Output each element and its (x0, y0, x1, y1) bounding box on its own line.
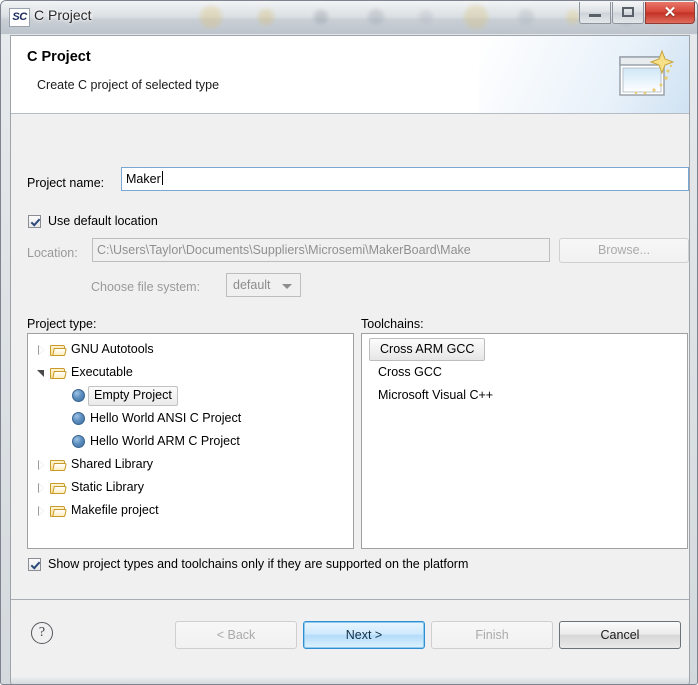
back-button[interactable]: < Back (175, 621, 297, 649)
dialog-bottom-edge (10, 677, 690, 684)
tree-item[interactable]: Hello World ANSI C Project (28, 407, 353, 430)
chevron-down-icon (282, 284, 292, 289)
window-controls: ✕ (578, 2, 695, 25)
toolchain-item-label: Cross GCC (378, 365, 442, 379)
maximize-button[interactable] (612, 2, 644, 24)
text-caret (161, 171, 163, 185)
file-system-label: Choose file system: (91, 280, 201, 294)
tree-item-label: GNU Autotools (71, 342, 154, 356)
bullet-icon (72, 412, 85, 425)
cancel-button[interactable]: Cancel (559, 621, 681, 649)
titlebar[interactable]: SC C Project ✕ (1, 1, 697, 35)
location-label: Location: (27, 246, 78, 260)
minimize-button[interactable] (579, 2, 611, 24)
bullet-icon (72, 389, 85, 402)
tree-item-label: Shared Library (71, 457, 153, 471)
minimize-icon (589, 14, 601, 18)
checkbox-checked-icon (28, 557, 41, 571)
page-subtitle: Create C project of selected type (37, 78, 220, 92)
dialog-window: SC C Project ✕ C Project Create C projec… (0, 0, 698, 685)
tree-item[interactable]: Makefile project (28, 499, 353, 522)
collapse-arrow-icon[interactable] (34, 361, 50, 384)
project-name-label: Project name: (27, 176, 105, 190)
next-button[interactable]: Next > (303, 621, 425, 649)
project-type-tree[interactable]: GNU Autotools Executable Empty Project Hell… (27, 333, 354, 549)
page-title: C Project (27, 49, 91, 65)
expand-arrow-icon[interactable] (34, 338, 50, 361)
project-name-input[interactable]: Maker (121, 167, 689, 191)
list-item[interactable]: Cross GCC (362, 361, 687, 384)
new-project-wizard-icon (619, 49, 675, 96)
window-title: C Project (34, 7, 92, 23)
use-default-location-checkbox[interactable]: Use default location (28, 214, 158, 228)
wizard-header: C Project Create C project of selected t… (11, 36, 689, 114)
show-supported-checkbox[interactable]: Show project types and toolchains only i… (28, 557, 468, 571)
tree-item-label: Makefile project (71, 503, 159, 517)
show-supported-label: Show project types and toolchains only i… (48, 557, 469, 571)
finish-button[interactable]: Finish (431, 621, 553, 649)
tree-item[interactable]: Empty Project (28, 384, 353, 407)
dialog-client: C Project Create C project of selected t… (10, 35, 690, 677)
project-type-label: Project type: (27, 317, 97, 331)
tree-item[interactable]: GNU Autotools (28, 338, 353, 361)
folder-icon (50, 481, 67, 495)
expand-arrow-icon[interactable] (34, 453, 50, 476)
toolchain-item-label: Microsoft Visual C++ (378, 388, 494, 402)
folder-icon (50, 504, 67, 518)
bullet-icon (72, 435, 85, 448)
tree-item-label: Hello World ARM C Project (90, 434, 240, 448)
app-logo-icon: SC (9, 8, 30, 27)
project-name-value: Maker (126, 172, 161, 186)
help-icon[interactable]: ? (31, 622, 53, 644)
list-item[interactable]: Microsoft Visual C++ (362, 384, 687, 407)
tree-item-label: Hello World ANSI C Project (90, 411, 242, 425)
tree-item[interactable]: Shared Library (28, 453, 353, 476)
use-default-location-label: Use default location (48, 214, 158, 228)
file-system-value: default (233, 278, 271, 292)
location-input[interactable]: C:\Users\Taylor\Documents\Suppliers\Micr… (92, 238, 550, 262)
checkbox-checked-icon (28, 214, 41, 228)
list-item[interactable]: Cross ARM GCC (362, 338, 687, 361)
close-button[interactable]: ✕ (645, 2, 695, 24)
tree-item[interactable]: Executable (28, 361, 353, 384)
tree-item-label: Executable (71, 365, 133, 379)
dialog-footer: ? < Back Next > Finish Cancel (11, 599, 689, 677)
wizard-body: Project name: Maker Use default location… (11, 114, 689, 599)
tree-item[interactable]: Hello World ARM C Project (28, 430, 353, 453)
expand-arrow-icon[interactable] (34, 476, 50, 499)
folder-icon (50, 458, 67, 472)
toolchain-item-label: Cross ARM GCC (369, 338, 486, 361)
browse-button[interactable]: Browse... (559, 238, 689, 263)
toolchains-label: Toolchains: (361, 317, 424, 331)
tree-item-label: Empty Project (88, 385, 178, 406)
maximize-icon (622, 7, 634, 17)
file-system-select[interactable]: default (226, 273, 301, 297)
close-icon: ✕ (663, 4, 677, 21)
tree-item[interactable]: Static Library (28, 476, 353, 499)
toolchains-list[interactable]: Cross ARM GCC Cross GCC Microsoft Visual C… (361, 333, 688, 549)
folder-icon (50, 343, 67, 357)
folder-icon (50, 366, 67, 380)
expand-arrow-icon[interactable] (34, 499, 50, 522)
tree-item-label: Static Library (71, 480, 144, 494)
